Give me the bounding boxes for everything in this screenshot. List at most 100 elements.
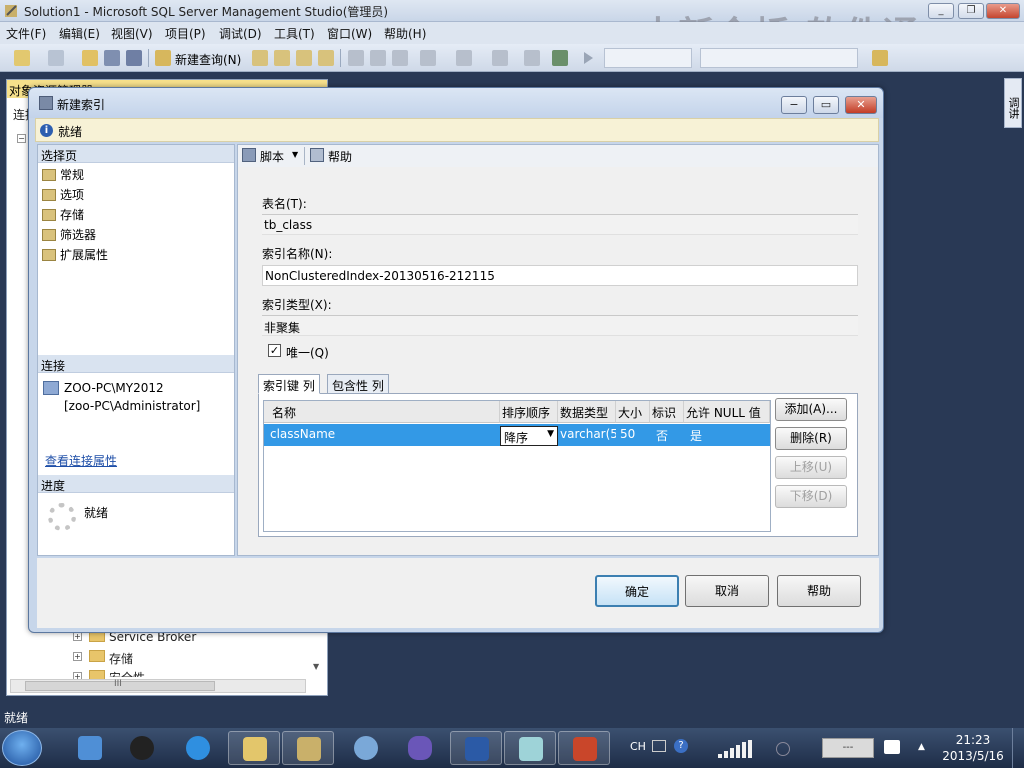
- tab-included-columns[interactable]: 包含性 列: [327, 374, 389, 394]
- help-toolbar-button[interactable]: 帮助: [328, 148, 352, 165]
- dialog-footer: 确定 取消 帮助: [37, 558, 879, 628]
- collapse-icon[interactable]: −: [17, 134, 26, 143]
- start-button[interactable]: [2, 730, 42, 766]
- navigate-back-icon[interactable]: [492, 50, 508, 66]
- page-storage[interactable]: 存储: [42, 206, 84, 224]
- menu-project[interactable]: 项目(P): [165, 25, 206, 42]
- menu-help[interactable]: 帮助(H): [384, 25, 426, 42]
- right-side-strip[interactable]: 调讲: [1004, 78, 1022, 128]
- cell-name[interactable]: className: [268, 424, 498, 446]
- taskbar-app[interactable]: [558, 731, 610, 765]
- taskbar-app[interactable]: [282, 731, 334, 765]
- ok-button[interactable]: 确定: [595, 575, 679, 607]
- move-up-button[interactable]: 上移(U): [775, 456, 847, 479]
- taskbar-app[interactable]: [394, 731, 446, 765]
- taskbar-app[interactable]: [228, 731, 280, 765]
- expand-icon[interactable]: +: [73, 652, 82, 661]
- page-general[interactable]: 常规: [42, 166, 84, 184]
- new-query-icon[interactable]: [155, 50, 171, 66]
- navigate-forward-icon[interactable]: [524, 50, 540, 66]
- taskbar-app[interactable]: [116, 731, 168, 765]
- dmx-query-icon[interactable]: [296, 50, 312, 66]
- show-desktop-button[interactable]: [1012, 728, 1024, 768]
- taskbar-clock[interactable]: 21:23 2013/5/16: [938, 732, 1008, 764]
- script-dropdown-icon[interactable]: ▼: [292, 150, 298, 159]
- menu-view[interactable]: 视图(V): [111, 25, 153, 42]
- signal-strength-icon[interactable]: [718, 740, 762, 758]
- cell-data-type[interactable]: varchar(5: [558, 424, 616, 446]
- col-header-data-type[interactable]: 数据类型: [558, 401, 616, 423]
- open-folder-icon[interactable]: [82, 50, 98, 66]
- menu-window[interactable]: 窗口(W): [327, 25, 372, 42]
- xmla-query-icon[interactable]: [318, 50, 334, 66]
- page-extended-properties[interactable]: 扩展属性: [42, 246, 108, 264]
- restore-button[interactable]: ❐: [958, 3, 984, 19]
- cut-icon[interactable]: [348, 50, 364, 66]
- view-connection-properties-link[interactable]: 查看连接属性: [45, 452, 117, 469]
- menu-file[interactable]: 文件(F): [6, 25, 46, 42]
- save-icon[interactable]: [104, 50, 120, 66]
- db-engine-query-icon[interactable]: [252, 50, 268, 66]
- taskbar-app[interactable]: [64, 731, 116, 765]
- unique-checkbox[interactable]: ✓: [268, 344, 281, 357]
- add-column-button[interactable]: 添加(A)...: [775, 398, 847, 421]
- new-query-button[interactable]: 新建查询(N): [175, 51, 241, 68]
- power-plug-icon[interactable]: [884, 740, 900, 754]
- taskbar-app[interactable]: [172, 731, 224, 765]
- keyboard-icon[interactable]: [652, 740, 666, 752]
- solution-config-combo[interactable]: [700, 48, 858, 68]
- col-header-allow-null[interactable]: 允许 NULL 值: [684, 401, 770, 423]
- menu-edit[interactable]: 编辑(E): [59, 25, 100, 42]
- input-language-indicator[interactable]: CH: [630, 740, 646, 753]
- col-header-size[interactable]: 大小: [616, 401, 650, 423]
- page-options[interactable]: 选项: [42, 186, 84, 204]
- dialog-minimize-button[interactable]: −: [781, 96, 807, 114]
- scroll-thumb[interactable]: III: [25, 679, 215, 691]
- index-name-input[interactable]: NonClusteredIndex-20130516-212115: [262, 265, 858, 286]
- save-all-icon[interactable]: [126, 50, 142, 66]
- mdx-query-icon[interactable]: [274, 50, 290, 66]
- show-hidden-icons-icon[interactable]: ▲: [918, 742, 925, 752]
- dialog-maximize-button[interactable]: ▭: [813, 96, 839, 114]
- scroll-down-icon[interactable]: ▼: [313, 662, 319, 671]
- script-button[interactable]: 脚本: [260, 148, 284, 165]
- folder-options-icon[interactable]: [872, 50, 888, 66]
- col-header-identity[interactable]: 标识: [650, 401, 684, 423]
- remove-column-button[interactable]: 删除(R): [775, 427, 847, 450]
- help-tray-icon[interactable]: ?: [674, 739, 688, 753]
- add-item-icon[interactable]: [48, 50, 64, 66]
- help-button[interactable]: 帮助: [777, 575, 861, 607]
- new-project-icon[interactable]: [14, 50, 30, 66]
- cell-identity[interactable]: 否: [654, 424, 684, 446]
- move-down-button[interactable]: 下移(D): [775, 485, 847, 508]
- taskbar-app[interactable]: [504, 731, 556, 765]
- dialog-close-button[interactable]: ✕: [845, 96, 877, 114]
- taskbar-app[interactable]: [450, 731, 502, 765]
- paste-icon[interactable]: [392, 50, 408, 66]
- copy-icon[interactable]: [370, 50, 386, 66]
- tree-item-security[interactable]: 安全性: [109, 669, 145, 677]
- tab-index-key-columns[interactable]: 索引键 列: [258, 374, 320, 394]
- wireless-icon[interactable]: [776, 742, 790, 756]
- menu-tools[interactable]: 工具(T): [274, 25, 315, 42]
- expand-icon[interactable]: +: [73, 632, 82, 641]
- cancel-button[interactable]: 取消: [685, 575, 769, 607]
- battery-indicator[interactable]: ---: [822, 738, 874, 758]
- close-button[interactable]: ✕: [986, 3, 1020, 19]
- object-explorer-hscrollbar[interactable]: III: [10, 679, 306, 693]
- sort-order-select[interactable]: 降序 ▼: [500, 426, 558, 446]
- col-header-name[interactable]: 名称: [264, 401, 500, 423]
- database-combo[interactable]: [604, 48, 692, 68]
- cell-size[interactable]: 50: [618, 424, 648, 446]
- page-filter[interactable]: 筛选器: [42, 226, 96, 244]
- minimize-button[interactable]: _: [928, 3, 954, 19]
- redo-icon[interactable]: [456, 50, 472, 66]
- cell-allow-null[interactable]: 是: [688, 424, 748, 446]
- col-header-sort-order[interactable]: 排序顺序: [500, 401, 558, 423]
- execute-icon[interactable]: [584, 52, 593, 64]
- activity-monitor-icon[interactable]: [552, 50, 568, 66]
- tree-item-storage[interactable]: 存储: [109, 650, 133, 667]
- undo-icon[interactable]: [420, 50, 436, 66]
- taskbar-app[interactable]: [340, 731, 392, 765]
- menu-debug[interactable]: 调试(D): [219, 25, 262, 42]
